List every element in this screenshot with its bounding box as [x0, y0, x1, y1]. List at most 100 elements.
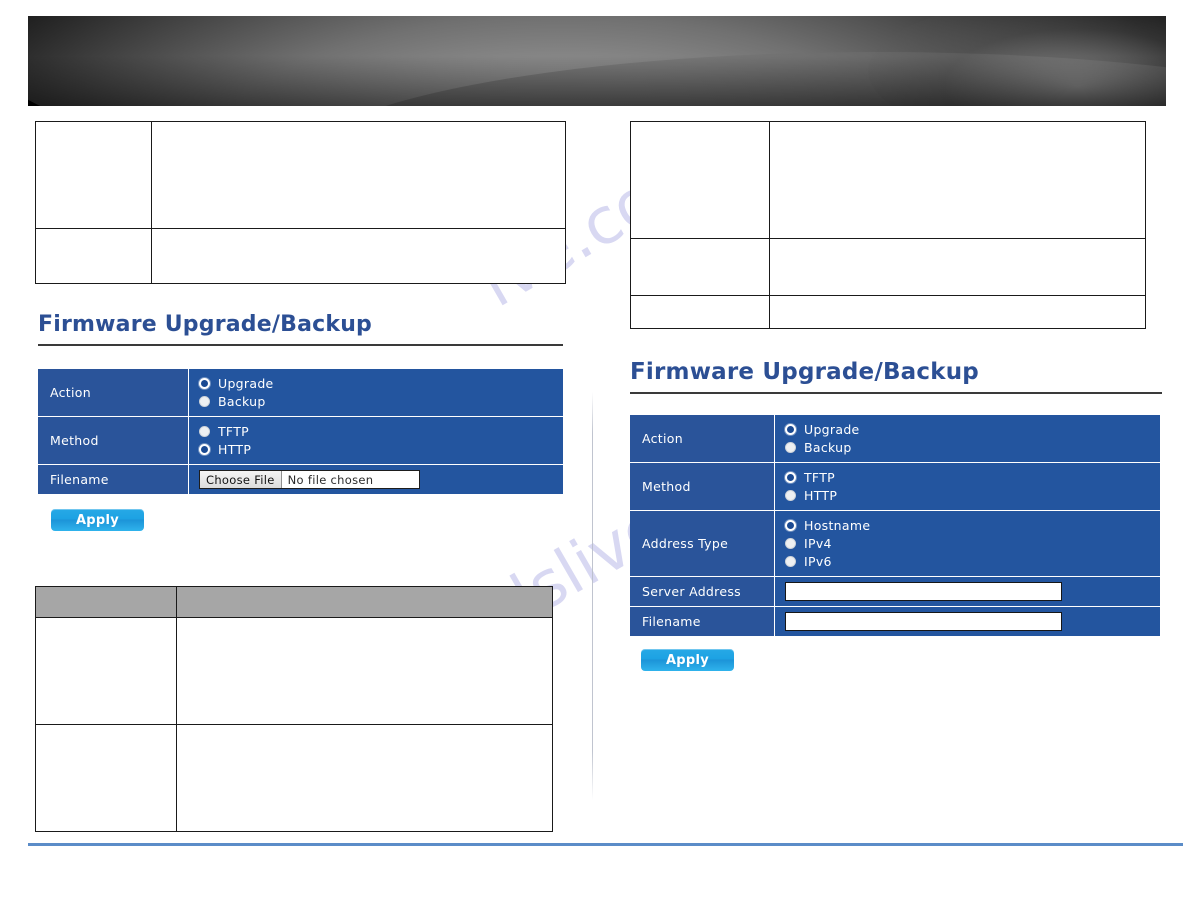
radio-icon-unselected[interactable] [785, 442, 796, 453]
table-cell [176, 617, 553, 725]
radio-label: HTTP [804, 488, 838, 503]
product-banner-image [28, 16, 1166, 106]
radio-label: IPv4 [804, 536, 832, 551]
form-value-address-type: Hostname IPv4 IPv6 [774, 510, 1160, 577]
radio-icon-unselected[interactable] [199, 396, 210, 407]
form-value-filename: Choose File No file chosen [188, 464, 563, 494]
radio-label: Hostname [804, 518, 871, 533]
form-label-action: Action [630, 415, 775, 463]
form-row-action: Action Upgrade Backup [38, 369, 563, 417]
radio-option-backup[interactable]: Backup [199, 393, 563, 410]
form-value-action: Upgrade Backup [188, 369, 563, 417]
form-value-action: Upgrade Backup [774, 415, 1160, 463]
table-cell [151, 121, 566, 229]
right-firmware-section: Firmware Upgrade/Backup [630, 359, 1162, 394]
heading-divider [38, 344, 563, 346]
radio-option-upgrade[interactable]: Upgrade [199, 375, 563, 392]
apply-button-left[interactable]: Apply [51, 509, 144, 531]
table-row [630, 121, 1146, 239]
form-row-filename: Filename Choose File No file chosen [38, 464, 563, 494]
radio-icon-unselected[interactable] [785, 556, 796, 567]
radio-label: TFTP [804, 470, 835, 485]
table-header-row [35, 586, 553, 618]
radio-option-ipv4[interactable]: IPv4 [785, 535, 1160, 552]
radio-option-http[interactable]: HTTP [785, 487, 1160, 504]
radio-icon-unselected[interactable] [785, 490, 796, 501]
form-row-method: Method TFTP HTTP [38, 416, 563, 465]
radio-icon-selected[interactable] [785, 472, 796, 483]
radio-label: HTTP [218, 442, 252, 457]
table-row [35, 724, 553, 832]
radio-label: Upgrade [218, 376, 274, 391]
form-row-method: Method TFTP HTTP [630, 462, 1160, 511]
radio-label: Backup [804, 440, 852, 455]
form-value-server-address [774, 576, 1160, 607]
table-cell [630, 238, 770, 296]
page-title: Firmware Upgrade/Backup [38, 312, 372, 337]
table-row [630, 295, 1146, 329]
form-label-method: Method [630, 462, 775, 511]
radio-option-hostname[interactable]: Hostname [785, 517, 1160, 534]
table-cell [630, 295, 770, 329]
radio-label: TFTP [218, 424, 249, 439]
radio-option-backup[interactable]: Backup [785, 439, 1160, 456]
form-row-filename: Filename [630, 606, 1160, 636]
bottom-left-description-table [35, 586, 553, 832]
table-cell [35, 617, 177, 725]
table-cell [630, 121, 770, 239]
table-header-cell [176, 586, 553, 618]
form-value-method: TFTP HTTP [188, 416, 563, 465]
table-cell [35, 724, 177, 832]
radio-option-tftp[interactable]: TFTP [199, 423, 563, 440]
server-address-input[interactable] [785, 582, 1062, 601]
table-cell [35, 228, 152, 284]
form-label-filename: Filename [38, 464, 189, 494]
form-label-filename: Filename [630, 606, 775, 636]
radio-icon-selected[interactable] [785, 520, 796, 531]
radio-label: Backup [218, 394, 266, 409]
table-row [35, 617, 553, 725]
table-cell [151, 228, 566, 284]
top-right-description-table [630, 121, 1146, 329]
radio-icon-unselected[interactable] [199, 426, 210, 437]
radio-icon-selected[interactable] [199, 444, 210, 455]
page-title: Firmware Upgrade/Backup [630, 359, 979, 385]
file-input[interactable]: Choose File No file chosen [199, 470, 420, 489]
radio-icon-selected[interactable] [199, 378, 210, 389]
apply-button-right[interactable]: Apply [641, 649, 734, 671]
table-row [630, 238, 1146, 296]
top-left-description-table [35, 121, 566, 284]
page-bottom-rule [28, 843, 1183, 846]
table-cell [176, 724, 553, 832]
column-divider [592, 392, 593, 800]
file-status-text: No file chosen [287, 472, 374, 487]
radio-option-tftp[interactable]: TFTP [785, 469, 1160, 486]
form-value-filename [774, 606, 1160, 636]
table-header-cell [35, 586, 177, 618]
radio-label: Upgrade [804, 422, 860, 437]
left-firmware-form: Action Upgrade Backup Method TFTP HTTP F… [38, 369, 563, 494]
form-value-method: TFTP HTTP [774, 462, 1160, 511]
radio-option-http[interactable]: HTTP [199, 441, 563, 458]
table-row [35, 121, 566, 229]
filename-input[interactable] [785, 612, 1062, 631]
radio-option-upgrade[interactable]: Upgrade [785, 421, 1160, 438]
table-cell [769, 295, 1146, 329]
table-row [35, 228, 566, 284]
table-cell [769, 121, 1146, 239]
table-cell [35, 121, 152, 229]
radio-option-ipv6[interactable]: IPv6 [785, 553, 1160, 570]
choose-file-button[interactable]: Choose File [200, 471, 282, 488]
form-label-method: Method [38, 416, 189, 465]
table-cell [769, 238, 1146, 296]
left-firmware-section: Firmware Upgrade/Backup [38, 312, 563, 346]
radio-icon-unselected[interactable] [785, 538, 796, 549]
right-firmware-form: Action Upgrade Backup Method TFTP HTTP A… [630, 415, 1160, 636]
banner-bottom-shade [28, 56, 1166, 106]
radio-icon-selected[interactable] [785, 424, 796, 435]
form-label-server-address: Server Address [630, 576, 775, 607]
radio-label: IPv6 [804, 554, 832, 569]
form-row-action: Action Upgrade Backup [630, 415, 1160, 463]
form-row-address-type: Address Type Hostname IPv4 IPv6 [630, 510, 1160, 577]
form-label-action: Action [38, 369, 189, 417]
